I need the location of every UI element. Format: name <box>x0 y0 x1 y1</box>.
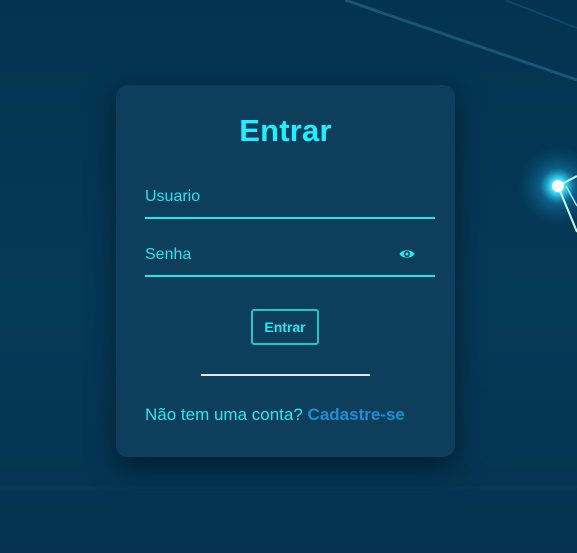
login-title: Entrar <box>239 113 332 148</box>
username-input[interactable] <box>145 183 395 211</box>
password-field <box>145 241 435 277</box>
password-input[interactable] <box>145 241 395 269</box>
username-field <box>145 183 435 219</box>
login-card: Entrar Entrar Não tem uma conta? Cadastr… <box>116 85 455 457</box>
eye-icon[interactable] <box>399 247 415 261</box>
divider <box>201 374 370 376</box>
signup-prompt: Não tem uma conta? Cadastre-se <box>145 405 445 425</box>
signup-prompt-text: Não tem uma conta? <box>145 405 303 424</box>
login-button[interactable]: Entrar <box>251 309 319 345</box>
signup-link[interactable]: Cadastre-se <box>308 405 405 424</box>
